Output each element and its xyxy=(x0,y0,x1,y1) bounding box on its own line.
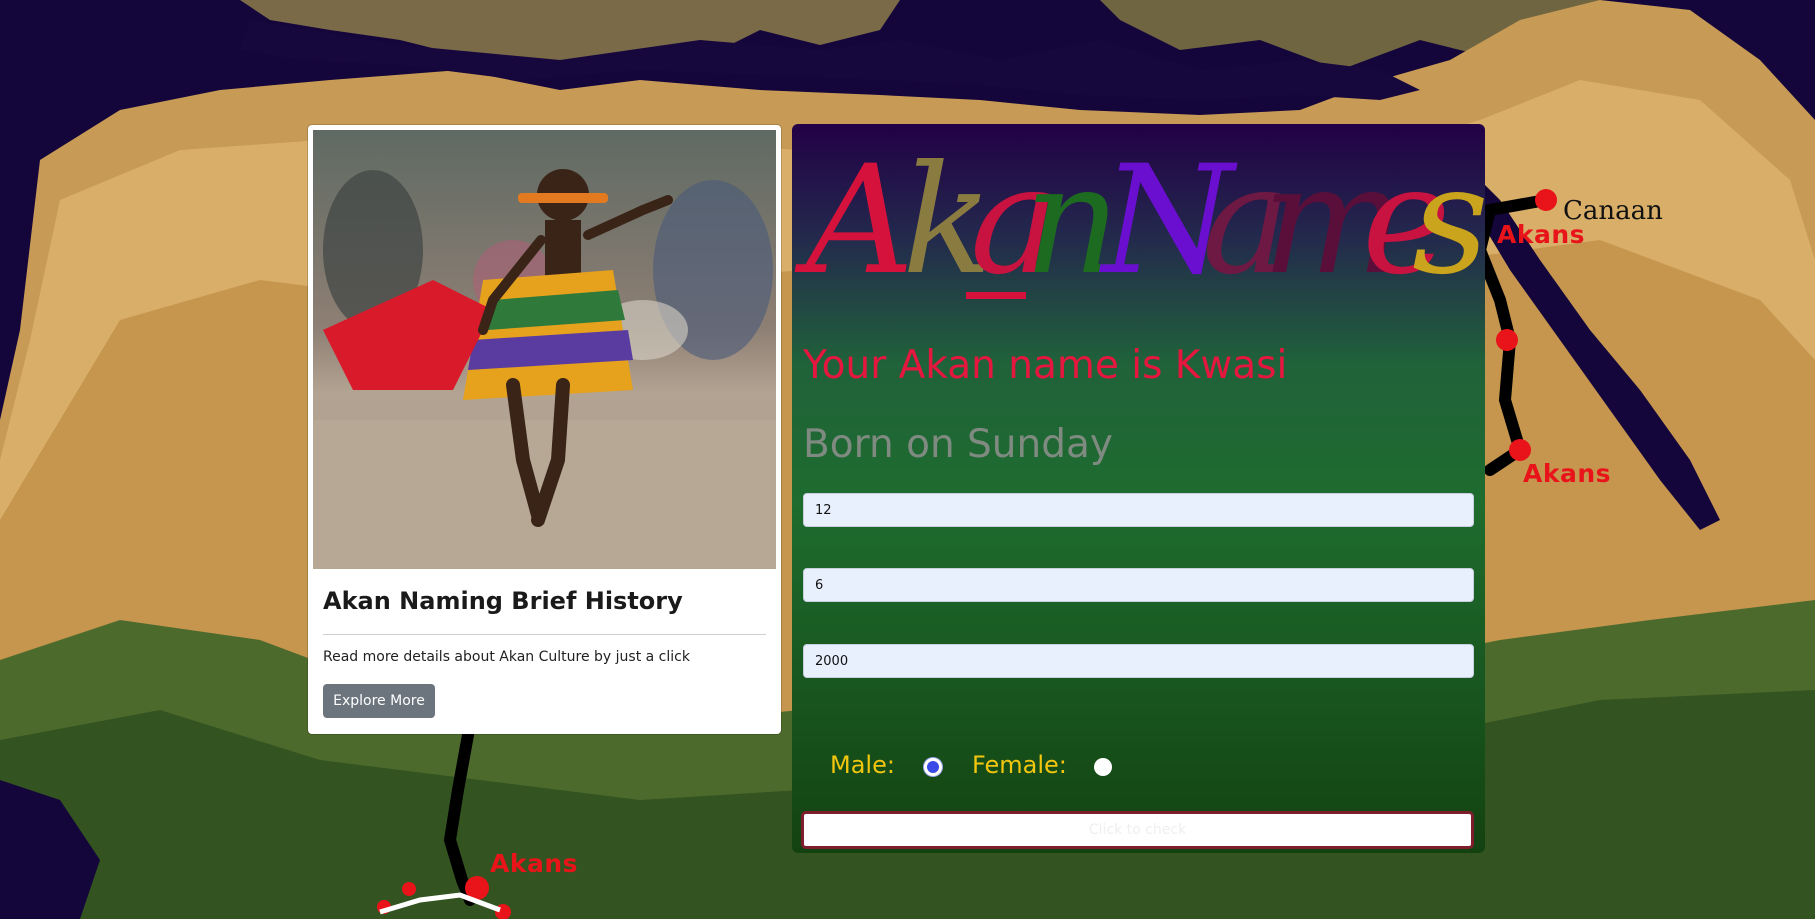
card-title: Akan Naming Brief History xyxy=(323,587,683,615)
card-divider xyxy=(323,634,766,635)
result-akan-name: Your Akan name is Kwasi xyxy=(803,343,1288,388)
male-radio[interactable] xyxy=(924,758,942,776)
year-input[interactable] xyxy=(803,644,1474,678)
history-card: Akan Naming Brief History Read more deta… xyxy=(308,125,781,734)
result-birth-day: Born on Sunday xyxy=(803,422,1113,467)
check-name-button[interactable]: Click to check xyxy=(801,811,1474,849)
month-input[interactable] xyxy=(803,568,1474,602)
svg-text:s: s xyxy=(1412,134,1485,308)
svg-text:A: A xyxy=(794,134,914,308)
day-input[interactable] xyxy=(803,493,1474,527)
akan-names-logo: A k a n N a m e s xyxy=(794,134,1485,308)
male-label: Male: xyxy=(830,751,895,779)
female-label: Female: xyxy=(972,751,1067,779)
explore-more-button[interactable]: Explore More xyxy=(323,684,435,718)
female-radio[interactable] xyxy=(1094,758,1112,776)
akan-name-form-panel: A k a n N a m e s Your Akan name is Kwas… xyxy=(792,124,1485,853)
akan-child-photo xyxy=(313,130,776,569)
map-label-canaan: Canaan xyxy=(1563,196,1663,226)
map-label-akans-west: Akans xyxy=(490,849,579,878)
map-label-akans-east: Akans xyxy=(1523,459,1612,488)
card-description: Read more details about Akan Culture by … xyxy=(323,649,690,665)
